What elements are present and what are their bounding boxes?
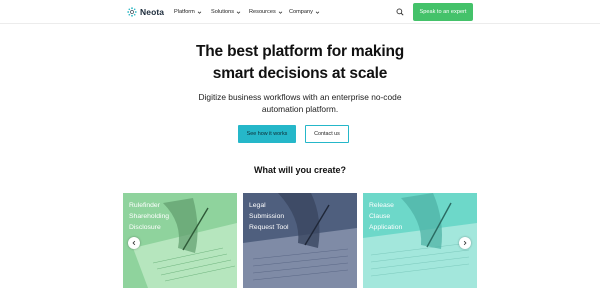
hero-title: The best platform for making smart decis… xyxy=(0,41,600,85)
carousel-heading: What will you create? xyxy=(253,165,347,175)
card-label: Legal Submission Request Tool xyxy=(249,200,289,233)
nav-item-company[interactable]: Company xyxy=(289,8,320,16)
contact-us-button[interactable]: Contact us xyxy=(305,125,349,143)
chevron-left-icon xyxy=(132,240,136,246)
card-label-line: Legal xyxy=(249,202,266,209)
nav-item-solutions[interactable]: Solutions xyxy=(211,8,241,16)
carousel-prev-button[interactable] xyxy=(128,237,140,249)
speak-to-expert-button[interactable]: Speak to an expert xyxy=(413,3,473,21)
hero-title-line: smart decisions at scale xyxy=(212,65,388,82)
search-icon[interactable] xyxy=(396,8,404,16)
card-label: Release Clause Application xyxy=(369,200,402,233)
logo[interactable]: Neota xyxy=(127,6,164,18)
card-label-line: Release xyxy=(369,202,394,209)
solution-card[interactable]: Legal Submission Request Tool xyxy=(243,193,357,288)
chevron-down-icon xyxy=(278,11,282,14)
nav-item-label: Company xyxy=(289,9,313,15)
card-label-line: Submission xyxy=(249,213,285,220)
see-how-it-works-button[interactable]: See how it works xyxy=(238,125,296,143)
neota-logo-icon xyxy=(127,7,137,17)
nav-item-label: Platform xyxy=(174,9,195,15)
hero-subtitle: Digitize business workflows with an ente… xyxy=(0,91,600,115)
solution-card[interactable]: Rulefinder Shareholding Disclosure xyxy=(123,193,237,288)
card-label-line: Clause xyxy=(369,213,391,220)
top-navigation: Neota Platform Solutions Resources Compa… xyxy=(0,0,600,24)
card-label-line: Rulefinder xyxy=(129,202,160,209)
chevron-down-icon xyxy=(315,11,320,14)
hero-subtitle-line: automation platform. xyxy=(261,104,339,114)
card-label-line: Disclosure xyxy=(129,224,161,231)
nav-item-resources[interactable]: Resources xyxy=(249,8,283,16)
card-label-line: Shareholding xyxy=(129,213,170,220)
nav-item-label: Solutions xyxy=(211,9,235,15)
nav-item-platform[interactable]: Platform xyxy=(174,8,202,16)
hero-subtitle-line: Digitize business workflows with an ente… xyxy=(198,92,402,102)
hero-title-line: The best platform for making xyxy=(196,43,404,60)
chevron-down-icon xyxy=(197,11,202,14)
chevron-right-icon xyxy=(463,240,467,246)
nav-item-label: Resources xyxy=(249,9,276,15)
card-label-line: Request Tool xyxy=(249,224,289,231)
carousel-next-button[interactable] xyxy=(459,237,471,249)
logo-text: Neota xyxy=(140,7,165,17)
card-label: Rulefinder Shareholding Disclosure xyxy=(129,200,169,233)
card-label-line: Application xyxy=(369,224,403,231)
chevron-down-icon xyxy=(236,11,241,14)
